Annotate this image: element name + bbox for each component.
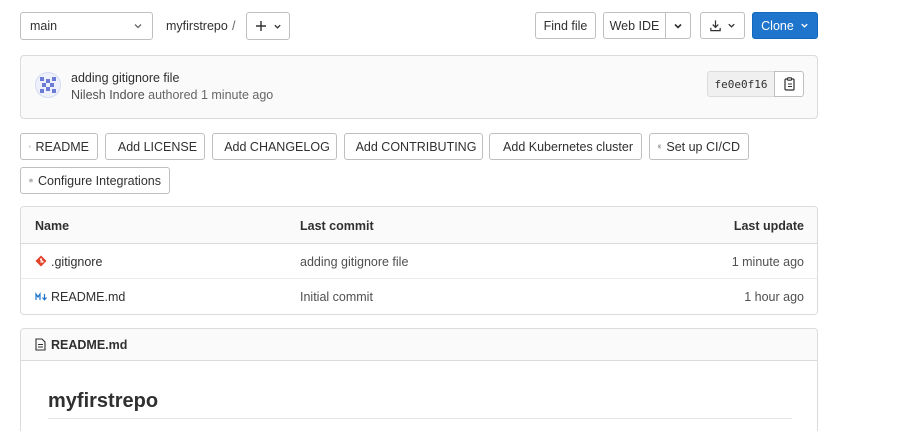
- setup-cicd-button[interactable]: Set up CI/CD: [649, 133, 749, 160]
- file-icon: [29, 145, 31, 148]
- readme-button[interactable]: README: [20, 133, 98, 160]
- web-ide-button[interactable]: Web IDE: [603, 12, 666, 39]
- commit-time: authored 1 minute ago: [148, 88, 274, 102]
- commit-title[interactable]: adding gitignore file: [71, 71, 179, 85]
- add-license-label: Add LICENSE: [117, 139, 198, 154]
- breadcrumb-separator: /: [232, 19, 236, 33]
- file-name[interactable]: README.md: [51, 290, 125, 304]
- readme-filename[interactable]: README.md: [51, 338, 127, 352]
- configure-integrations-label: Configure Integrations: [38, 173, 161, 188]
- clone-button[interactable]: Clone: [752, 12, 818, 39]
- setup-cicd-label: Set up CI/CD: [666, 139, 740, 154]
- plus-icon: [255, 21, 266, 31]
- column-last-commit: Last commit: [300, 219, 374, 233]
- add-kubernetes-label: Add Kubernetes cluster: [503, 139, 633, 154]
- table-row[interactable]: .gitignore adding gitignore file 1 minut…: [21, 244, 817, 279]
- file-name[interactable]: .gitignore: [51, 255, 102, 269]
- add-kubernetes-cluster-button[interactable]: Add Kubernetes cluster: [489, 133, 642, 160]
- git-icon: [35, 255, 47, 267]
- add-license-button[interactable]: Add LICENSE: [105, 133, 205, 160]
- readme-button-label: README: [35, 139, 89, 154]
- file-icon: [35, 338, 46, 351]
- download-dropdown-button[interactable]: [700, 12, 745, 39]
- find-file-button[interactable]: Find file: [535, 12, 596, 39]
- avatar[interactable]: [35, 72, 61, 98]
- chevron-down-icon: [134, 24, 142, 29]
- readme-divider: [48, 418, 792, 419]
- commit-meta: Nilesh Indore authored 1 minute ago: [71, 88, 273, 102]
- readme-heading: myfirstrepo: [48, 390, 159, 412]
- clipboard-icon: [783, 77, 795, 91]
- file-commit-message[interactable]: Initial commit: [300, 290, 373, 304]
- add-dropdown-button[interactable]: [246, 12, 290, 40]
- file-updated: 1 minute ago: [731, 255, 804, 269]
- commit-author[interactable]: Nilesh Indore: [71, 88, 145, 102]
- last-commit-panel: adding gitignore file Nilesh Indore auth…: [20, 55, 818, 119]
- breadcrumb-repo[interactable]: myfirstrepo: [166, 19, 228, 33]
- readme-header: README.md: [21, 329, 817, 361]
- branch-name: main: [30, 19, 58, 33]
- commit-sha[interactable]: fe0e0f16: [707, 71, 775, 97]
- add-contributing-button[interactable]: Add CONTRIBUTING: [344, 133, 483, 160]
- table-header: Name Last commit Last update: [21, 207, 817, 244]
- copy-sha-button[interactable]: [774, 71, 804, 97]
- add-changelog-label: Add CHANGELOG: [224, 139, 330, 154]
- table-row[interactable]: README.md Initial commit 1 hour ago: [21, 279, 817, 314]
- column-last-update: Last update: [733, 219, 804, 233]
- add-contributing-label: Add CONTRIBUTING: [355, 139, 477, 154]
- markdown-icon: [35, 292, 47, 301]
- chevron-down-icon: [273, 24, 281, 29]
- plus-square-icon: [658, 144, 662, 149]
- chevron-down-icon: [801, 23, 808, 28]
- gear-icon: [29, 178, 33, 183]
- web-ide-dropdown-button[interactable]: [665, 12, 691, 39]
- branch-selector[interactable]: main: [20, 12, 153, 40]
- column-name: Name: [35, 219, 70, 233]
- add-changelog-button[interactable]: Add CHANGELOG: [212, 133, 337, 160]
- configure-integrations-button[interactable]: Configure Integrations: [20, 167, 170, 194]
- readme-panel: README.md myfirstrepo: [20, 328, 818, 431]
- file-updated: 1 hour ago: [744, 290, 804, 304]
- identicon-icon: [40, 77, 56, 93]
- chevron-down-icon: [728, 23, 735, 28]
- file-commit-message[interactable]: adding gitignore file: [300, 255, 408, 269]
- clone-label: Clone: [761, 18, 794, 33]
- chevron-down-icon: [674, 23, 682, 29]
- file-table: Name Last commit Last update .gitignore …: [20, 206, 818, 315]
- download-icon: [710, 20, 721, 32]
